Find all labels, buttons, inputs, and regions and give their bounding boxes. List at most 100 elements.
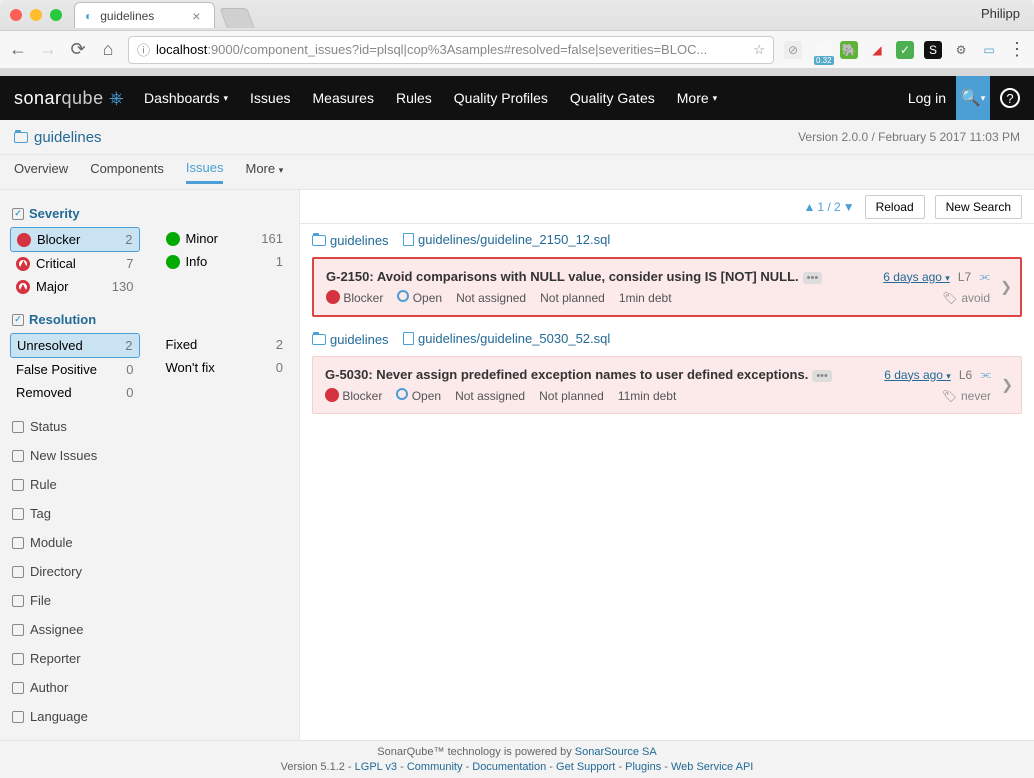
facet-item-false-positive[interactable]: False Positive0 xyxy=(10,358,140,381)
extension-icon[interactable]: ⏱0.32 xyxy=(812,41,830,59)
facet-item-major[interactable]: Major130 xyxy=(10,275,140,298)
bookmark-icon[interactable]: ☆ xyxy=(753,42,765,58)
issue-card[interactable]: G-2150: Avoid comparisons with NULL valu… xyxy=(312,257,1022,317)
browser-menu-icon[interactable]: ⋮ xyxy=(1008,39,1026,60)
extensions: ⊘ ⏱0.32 🐘 ◢ ✓ S ⚙ ▭ ⋮ xyxy=(784,39,1026,60)
nav-rules[interactable]: Rules xyxy=(396,90,432,106)
footer-link[interactable]: Documentation xyxy=(472,761,546,773)
footer-link[interactable]: Plugins xyxy=(625,761,661,773)
facet-module[interactable]: Module xyxy=(10,528,289,557)
nav-quality-profiles[interactable]: Quality Profiles xyxy=(454,90,548,106)
facet-tag[interactable]: Tag xyxy=(10,499,289,528)
more-icon[interactable]: ••• xyxy=(812,370,832,382)
severity-badge[interactable]: Blocker xyxy=(325,388,382,403)
extension-icon[interactable]: S xyxy=(924,41,942,59)
reload-button[interactable]: ⟳ xyxy=(68,39,88,60)
issue-tags[interactable]: 🏷 avoid xyxy=(942,291,990,305)
browser-tab[interactable]: ◐ guidelines × xyxy=(74,2,215,28)
facet-directory[interactable]: Directory xyxy=(10,557,289,586)
facet-item-fixed[interactable]: Fixed2 xyxy=(160,333,290,356)
nav-more[interactable]: More ▾ xyxy=(677,90,717,106)
tab-overview[interactable]: Overview xyxy=(14,161,68,184)
issue-age[interactable]: 6 days ago ▾ xyxy=(883,270,950,284)
new-tab-button[interactable] xyxy=(220,8,255,28)
facet-item-critical[interactable]: Critical7 xyxy=(10,252,140,275)
login-link[interactable]: Log in xyxy=(908,90,946,106)
extension-icon[interactable]: 🐘 xyxy=(840,41,858,59)
new-search-button[interactable]: New Search xyxy=(935,195,1022,219)
zoom-window-button[interactable] xyxy=(50,9,62,21)
nav-issues[interactable]: Issues xyxy=(250,90,290,106)
back-button[interactable]: ← xyxy=(8,39,28,60)
footer-link[interactable]: Web Service API xyxy=(671,761,753,773)
facet-item-minor[interactable]: Minor161 xyxy=(160,227,290,250)
nav-measures[interactable]: Measures xyxy=(313,90,374,106)
extension-icon[interactable]: ◢ xyxy=(868,41,886,59)
facet-language[interactable]: Language xyxy=(10,702,289,731)
facet-item-info[interactable]: Info1 xyxy=(160,250,290,273)
search-button[interactable]: 🔍▾ xyxy=(956,76,990,120)
forward-button: → xyxy=(38,39,58,60)
pager[interactable]: ▲1 / 2▼ xyxy=(803,200,854,214)
footer-link[interactable]: Community xyxy=(407,761,463,773)
profile-name[interactable]: Philipp xyxy=(981,6,1020,21)
home-button[interactable]: ⌂ xyxy=(98,39,118,60)
facet-resolution-header[interactable]: Resolution xyxy=(10,306,289,333)
chevron-right-icon[interactable]: ❯ xyxy=(1000,279,1012,296)
plan[interactable]: Not planned xyxy=(539,389,604,403)
tab-components[interactable]: Components xyxy=(90,161,164,184)
facet-item-blocker[interactable]: Blocker2 xyxy=(10,227,140,252)
issue-card[interactable]: G-5030: Never assign predefined exceptio… xyxy=(312,356,1022,414)
facet-assignee[interactable]: Assignee xyxy=(10,615,289,644)
help-icon[interactable]: ? xyxy=(1000,88,1020,108)
facet-file[interactable]: File xyxy=(10,586,289,615)
extension-icon[interactable]: ⊘ xyxy=(784,41,802,59)
facet-rule[interactable]: Rule xyxy=(10,470,289,499)
facet-action-plan[interactable]: Action Plan xyxy=(10,731,289,740)
nav-dashboards[interactable]: Dashboards ▾ xyxy=(144,90,228,106)
close-tab-icon[interactable]: × xyxy=(192,8,200,24)
facet-status[interactable]: Status xyxy=(10,412,289,441)
sonarsource-link[interactable]: SonarSource SA xyxy=(575,746,657,758)
footer-link[interactable]: LGPL v3 xyxy=(355,761,397,773)
chevron-right-icon[interactable]: ❯ xyxy=(1001,377,1013,394)
minimize-window-button[interactable] xyxy=(30,9,42,21)
tab-issues[interactable]: Issues xyxy=(186,160,224,184)
plan[interactable]: Not planned xyxy=(540,291,605,305)
project-link[interactable]: guidelines xyxy=(312,332,389,347)
facet-reporter[interactable]: Reporter xyxy=(10,644,289,673)
extension-icon[interactable]: ⚙ xyxy=(952,41,970,59)
file-link[interactable]: guidelines/guideline_2150_12.sql xyxy=(403,232,610,247)
sonarqube-logo[interactable]: sonarqube ⎈ xyxy=(14,88,124,109)
file-link[interactable]: guidelines/guideline_5030_52.sql xyxy=(403,331,610,346)
footer-link[interactable]: Get Support xyxy=(556,761,615,773)
assignee[interactable]: Not assigned xyxy=(455,389,525,403)
assignee[interactable]: Not assigned xyxy=(456,291,526,305)
facet-severity-header[interactable]: Severity xyxy=(10,200,289,227)
extension-icon[interactable]: ▭ xyxy=(980,41,998,59)
facet-new-issues[interactable]: New Issues xyxy=(10,441,289,470)
status-badge[interactable]: Open xyxy=(396,388,441,403)
link-icon[interactable]: ⫘ xyxy=(979,269,990,284)
facet-item-wont-fix[interactable]: Won't fix0 xyxy=(160,356,290,379)
more-icon[interactable]: ••• xyxy=(803,272,823,284)
facet-item-unresolved[interactable]: Unresolved2 xyxy=(10,333,140,358)
facet-item-removed[interactable]: Removed0 xyxy=(10,381,140,404)
checkbox-icon xyxy=(12,508,24,520)
nav-quality-gates[interactable]: Quality Gates xyxy=(570,90,655,106)
tab-more[interactable]: More ▾ xyxy=(245,161,283,184)
facet-author[interactable]: Author xyxy=(10,673,289,702)
link-icon[interactable]: ⫘ xyxy=(980,367,991,382)
project-name[interactable]: guidelines xyxy=(14,129,102,146)
severity-icon xyxy=(16,257,30,271)
project-link[interactable]: guidelines xyxy=(312,233,389,248)
issue-tags[interactable]: 🏷 never xyxy=(942,389,991,403)
severity-badge[interactable]: Blocker xyxy=(326,290,383,305)
extension-icon[interactable]: ✓ xyxy=(896,41,914,59)
issue-age[interactable]: 6 days ago ▾ xyxy=(884,368,951,382)
checkbox-icon xyxy=(12,208,24,220)
status-badge[interactable]: Open xyxy=(397,290,442,305)
reload-button[interactable]: Reload xyxy=(865,195,925,219)
address-bar[interactable]: ⓘ localhost:9000/component_issues?id=pls… xyxy=(128,36,774,64)
close-window-button[interactable] xyxy=(10,9,22,21)
